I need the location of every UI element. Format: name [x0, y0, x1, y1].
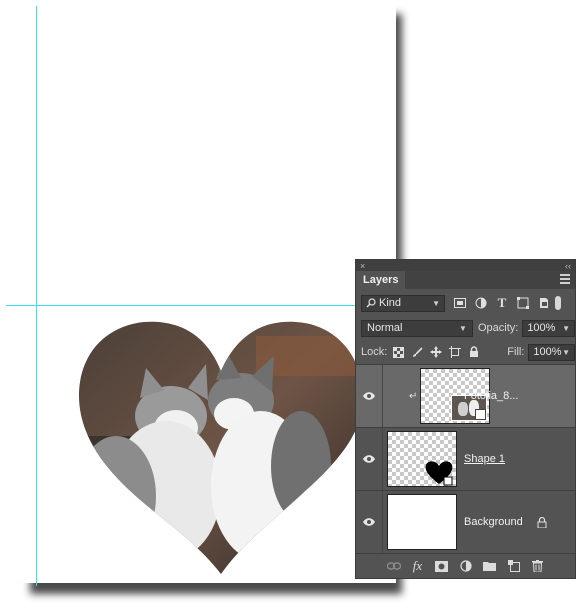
lock-transparent-pixels-icon[interactable] [391, 345, 405, 359]
document-canvas[interactable] [6, 6, 396, 586]
new-group-icon[interactable] [483, 559, 497, 573]
vertical-guide[interactable] [36, 6, 37, 586]
opacity-label: Opacity: [477, 322, 519, 334]
pixel-layer-filter-icon[interactable] [451, 295, 469, 311]
blend-mode-select[interactable]: Normal ▼ [361, 319, 473, 337]
opacity-value: 100% [527, 322, 556, 334]
collapse-panel-button[interactable]: ‹‹ [565, 261, 571, 271]
search-icon [366, 298, 376, 308]
lock-icon [537, 517, 547, 528]
lock-position-icon[interactable] [429, 345, 443, 359]
smart-object-badge-icon [475, 409, 486, 420]
shape-filter-icon[interactable] [514, 295, 532, 311]
layer-row-shape-1[interactable]: Shape 1 [356, 427, 575, 490]
layers-list: ↵ Fotolia_8... Shape 1 Background [356, 364, 575, 553]
layer-name[interactable]: Background [464, 516, 523, 528]
close-panel-button[interactable]: × [360, 261, 365, 271]
lock-artboard-icon[interactable] [448, 345, 462, 359]
type-filter-icon[interactable]: T [493, 295, 511, 311]
panel-title-bar[interactable]: × ‹‹ [356, 260, 575, 271]
tab-layers[interactable]: Layers [356, 271, 406, 289]
lock-label: Lock: [361, 346, 388, 358]
trash-icon[interactable] [531, 559, 545, 573]
chevron-down-icon: ▼ [432, 298, 440, 308]
layer-thumbnail-shape [387, 431, 457, 487]
blend-mode-value: Normal [367, 322, 403, 334]
fill-field[interactable]: 100% ▼ [528, 343, 575, 361]
smart-object-filter-icon[interactable] [535, 295, 553, 311]
heart-shape-icon [425, 461, 453, 486]
fx-icon[interactable]: fx [411, 558, 425, 573]
chevron-down-icon: ▼ [562, 347, 570, 357]
adjustment-filter-icon[interactable] [472, 295, 490, 311]
chevron-down-icon: ▼ [562, 323, 570, 333]
visibility-eye-icon[interactable] [356, 455, 382, 463]
horizontal-guide[interactable] [6, 305, 366, 306]
lock-all-icon[interactable] [467, 345, 481, 359]
add-mask-icon[interactable] [435, 559, 449, 573]
adjustment-layer-icon[interactable] [459, 559, 473, 573]
filter-toggle-switch[interactable] [555, 296, 561, 310]
layer-row-background[interactable]: Background [356, 490, 575, 553]
kind-filter-label: Kind [379, 297, 402, 309]
kind-filter-select[interactable]: Kind ▼ [361, 294, 445, 312]
visibility-eye-icon[interactable] [356, 392, 382, 400]
fill-value: 100% [533, 346, 562, 358]
layer-name[interactable]: Shape 1 [464, 453, 505, 465]
heart-clipped-cat-photo [78, 321, 364, 575]
layer-row-fotolia[interactable]: ↵ Fotolia_8... [356, 364, 575, 427]
panel-bottom-toolbar: fx [356, 553, 575, 578]
new-layer-icon[interactable] [507, 559, 521, 573]
lock-image-pixels-icon[interactable] [410, 345, 424, 359]
opacity-field[interactable]: 100% ▼ [522, 319, 575, 337]
layer-thumbnail-background [387, 494, 457, 550]
tab-layers-label: Layers [363, 274, 399, 286]
chevron-down-icon: ▼ [459, 323, 467, 333]
layers-panel: × ‹‹ Layers Kind ▼ T Normal ▼ Opacity: 1… [355, 259, 576, 579]
clipping-mask-arrow-icon: ↵ [409, 390, 418, 402]
visibility-eye-icon[interactable] [356, 518, 382, 526]
layer-name[interactable]: Fotolia_8... [464, 390, 518, 402]
panel-menu-icon[interactable] [560, 274, 570, 284]
link-layers-icon[interactable] [386, 559, 401, 573]
fill-label: Fill: [507, 346, 525, 358]
